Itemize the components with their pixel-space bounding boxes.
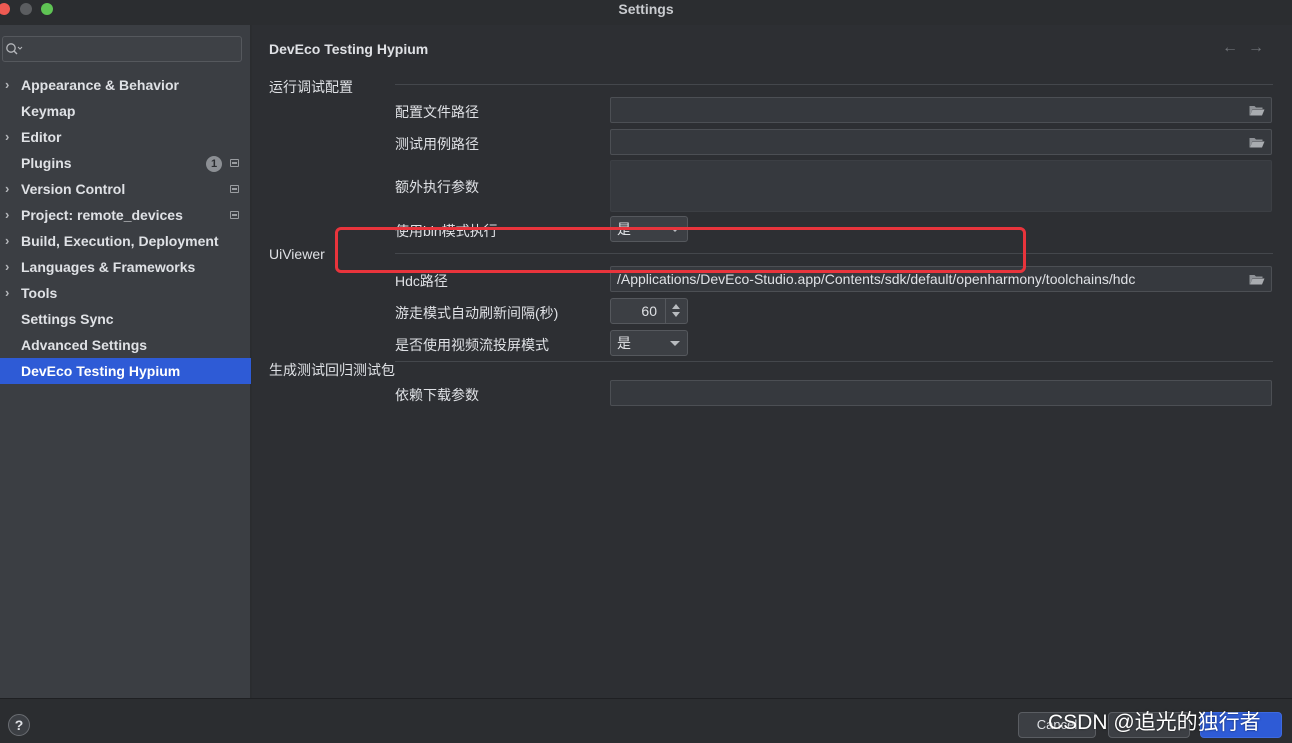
chevron-right-icon: › [5,129,10,144]
spinner-buttons[interactable] [665,299,687,323]
increment-icon[interactable] [672,304,680,309]
sidebar-nav: › Appearance & Behavior Keymap › Editor … [0,72,251,384]
refresh-interval-value: 60 [641,303,657,319]
section-divider [395,84,1273,85]
sidebar-item-label: Advanced Settings [21,337,148,353]
refresh-interval-spinner[interactable]: 60 [610,298,688,324]
dropdown-arrow-icon [670,341,680,346]
sidebar-item-label: Build, Execution, Deployment [21,233,219,249]
hdc-path-label: Hdc路径 [395,273,448,289]
sidebar-item-editor[interactable]: › Editor [0,124,251,150]
search-box[interactable] [2,36,242,62]
download-args-label: 依赖下载参数 [395,387,479,403]
section-title-regression: 生成测试回归测试包 [269,362,395,378]
project-level-icon [230,159,239,167]
sidebar-item-version-control[interactable]: › Version Control [0,176,251,202]
page-title: DevEco Testing Hypium [269,41,429,57]
sidebar-item-label: Keymap [21,103,76,119]
settings-sidebar: › Appearance & Behavior Keymap › Editor … [0,25,251,698]
sidebar-item-label: Languages & Frameworks [21,259,196,275]
sidebar-item-label: Plugins [21,155,72,171]
sidebar-item-languages-frameworks[interactable]: › Languages & Frameworks [0,254,251,280]
highlight-annotation [335,227,1026,273]
extra-args-textarea[interactable] [610,160,1272,212]
sidebar-item-advanced-settings[interactable]: Advanced Settings [0,332,251,358]
sidebar-item-label: Editor [21,129,62,145]
sidebar-item-settings-sync[interactable]: Settings Sync [0,306,251,332]
sidebar-item-build-execution-deployment[interactable]: › Build, Execution, Deployment [0,228,251,254]
video-stream-select[interactable]: 是 [610,330,688,356]
config-path-field[interactable] [610,97,1272,123]
decrement-icon[interactable] [672,312,680,317]
config-path-label: 配置文件路径 [395,104,479,120]
sidebar-item-label: Appearance & Behavior [21,77,179,93]
search-icon [6,43,23,55]
section-title-uiviewer: UiViewer [269,246,325,262]
sidebar-item-label: Project: remote_devices [21,207,183,223]
updates-badge: 1 [206,156,222,172]
video-stream-label: 是否使用视频流投屏模式 [395,337,549,353]
back-arrow-icon[interactable]: ← [1222,39,1248,56]
sidebar-item-plugins[interactable]: Plugins 1 [0,150,251,176]
sidebar-item-appearance-behavior[interactable]: › Appearance & Behavior [0,72,251,98]
sidebar-item-label: DevEco Testing Hypium [21,363,181,379]
forward-arrow-icon[interactable]: → [1248,39,1274,56]
section-title-run-config: 运行调试配置 [269,79,353,95]
chevron-right-icon: › [5,181,10,196]
testcase-path-label: 测试用例路径 [395,136,479,152]
search-input[interactable] [25,39,235,59]
chevron-right-icon: › [5,285,10,300]
sidebar-item-deveco-testing-hypium[interactable]: DevEco Testing Hypium [0,358,251,384]
settings-content: DevEco Testing Hypium ←→ 运行调试配置 配置文件路径 测… [252,25,1292,698]
sidebar-item-label: Settings Sync [21,311,114,327]
folder-open-icon[interactable] [1249,274,1265,285]
title-bar: Settings [0,0,1292,20]
testcase-path-field[interactable] [610,129,1272,155]
chevron-right-icon: › [5,77,10,92]
chevron-right-icon: › [5,207,10,222]
sidebar-item-tools[interactable]: › Tools [0,280,251,306]
folder-open-icon[interactable] [1249,105,1265,116]
video-stream-value: 是 [617,335,631,351]
hdc-path-value: /Applications/DevEco-Studio.app/Contents… [617,271,1136,287]
folder-open-icon[interactable] [1249,137,1265,148]
window-title: Settings [618,1,674,17]
history-nav: ←→ [1222,39,1274,57]
download-args-field[interactable] [610,380,1272,406]
help-button[interactable]: ? [8,714,30,736]
sidebar-item-project[interactable]: › Project: remote_devices [0,202,251,228]
sidebar-item-keymap[interactable]: Keymap [0,98,251,124]
project-level-icon [230,211,239,219]
section-divider [395,361,1273,362]
refresh-interval-label: 游走模式自动刷新间隔(秒) [395,305,559,321]
chevron-right-icon: › [5,233,10,248]
chevron-right-icon: › [5,259,10,274]
extra-args-label: 额外执行参数 [395,179,479,195]
csdn-watermark: CSDN @追光的独行者 [1048,711,1261,734]
sidebar-item-label: Version Control [21,181,126,197]
sidebar-item-label: Tools [21,285,58,301]
project-level-icon [230,185,239,193]
